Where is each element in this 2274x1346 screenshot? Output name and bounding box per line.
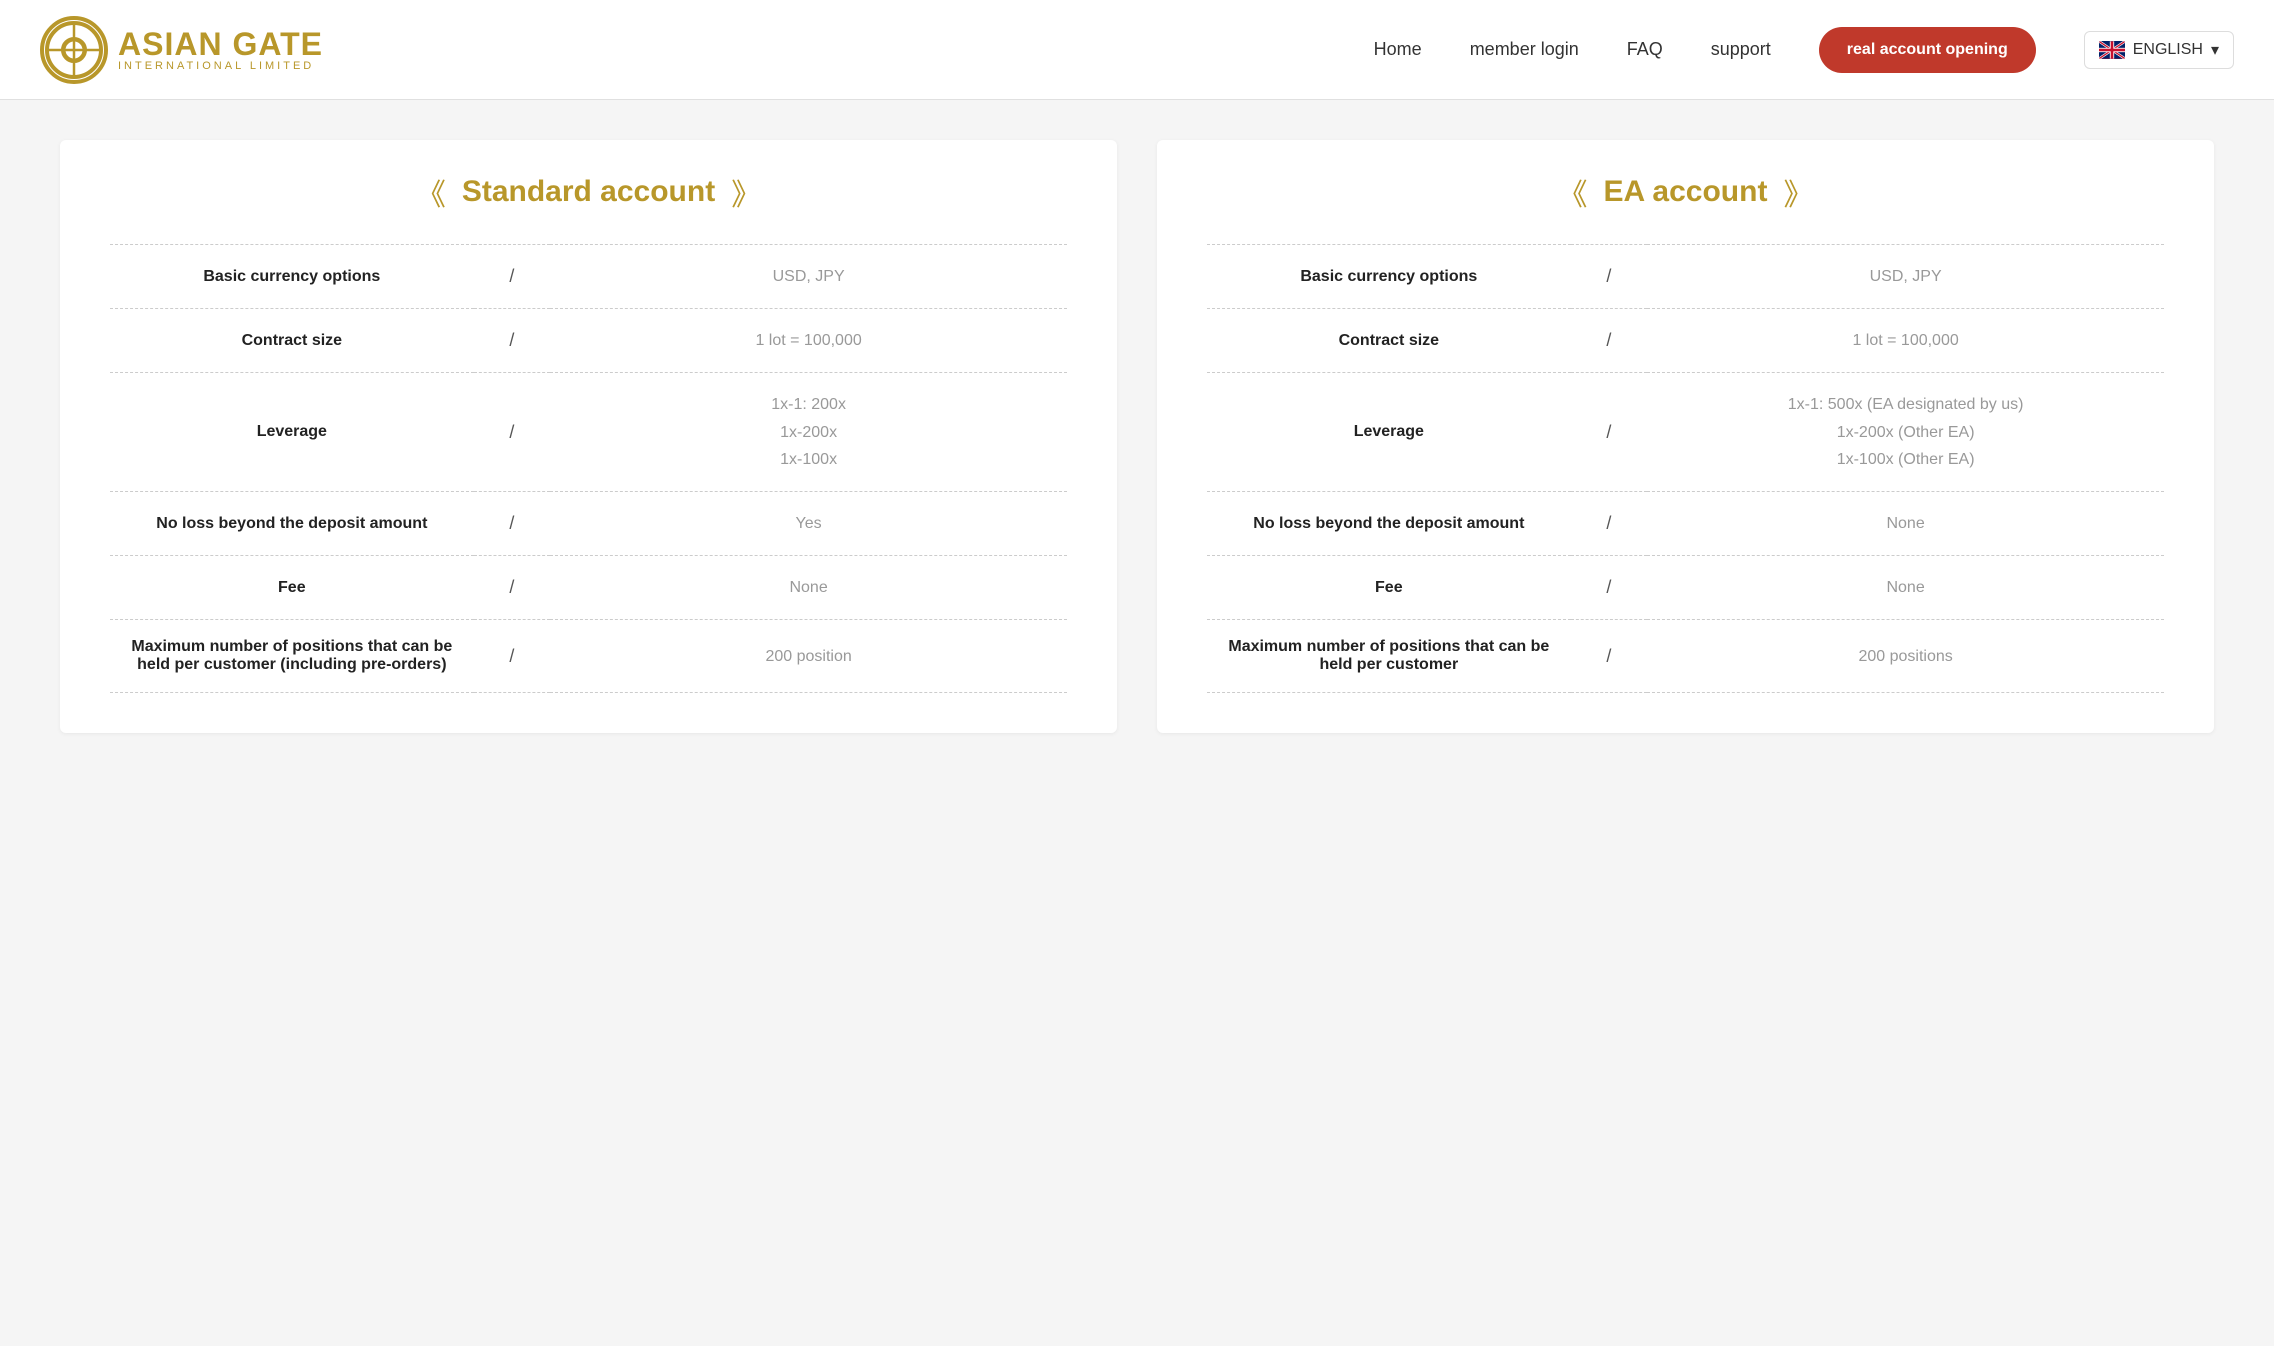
logo-sub-text: INTERNATIONAL LIMITED — [118, 60, 323, 72]
row-value: None — [1647, 556, 2164, 620]
row-separator: / — [474, 245, 551, 309]
table-row: Basic currency options/USD, JPY — [110, 245, 1067, 309]
table-row: Maximum number of positions that can be … — [110, 620, 1067, 693]
row-label: Maximum number of positions that can be … — [1207, 620, 1571, 693]
row-separator: / — [474, 620, 551, 693]
row-label: Leverage — [110, 373, 474, 492]
nav-faq[interactable]: FAQ — [1627, 39, 1663, 60]
row-value: 1x-1: 200x1x-200x1x-100x — [550, 373, 1067, 492]
row-value: 200 position — [550, 620, 1067, 693]
table-row: Fee/None — [1207, 556, 2164, 620]
nav-support[interactable]: support — [1711, 39, 1771, 60]
accounts-grid: 《 Standard account 》 Basic currency options… — [60, 140, 2214, 733]
row-label: No loss beyond the deposit amount — [110, 491, 474, 555]
language-label: ENGLISH — [2133, 41, 2203, 59]
account-title-text: Standard account — [462, 175, 715, 209]
row-separator: / — [1571, 556, 1648, 620]
row-value: 1x-1: 500x (EA designated by us)1x-200x … — [1647, 373, 2164, 492]
language-selector[interactable]: ENGLISH ▾ — [2084, 31, 2234, 69]
row-separator: / — [474, 309, 551, 373]
logo-icon — [40, 16, 108, 84]
real-account-opening-button[interactable]: real account opening — [1819, 27, 2036, 73]
title-bracket-right: 》 — [731, 170, 761, 214]
account-card-ea: 《EA account》Basic currency options/USD, … — [1157, 140, 2214, 733]
row-value: 1 lot = 100,000 — [550, 309, 1067, 373]
row-label: Fee — [1207, 556, 1571, 620]
row-separator: / — [474, 373, 551, 492]
title-bracket-right: 》 — [1783, 170, 1813, 214]
table-row: Maximum number of positions that can be … — [1207, 620, 2164, 693]
row-label: Basic currency options — [1207, 245, 1571, 309]
row-value: 200 positions — [1647, 620, 2164, 693]
row-separator: / — [1571, 620, 1648, 693]
title-bracket-left: 《 — [1558, 170, 1588, 214]
row-label: Maximum number of positions that can be … — [110, 620, 474, 693]
row-label: Fee — [110, 556, 474, 620]
row-value: 1 lot = 100,000 — [1647, 309, 2164, 373]
row-value: USD, JPY — [550, 245, 1067, 309]
main-nav: Home member login FAQ support real accou… — [1374, 27, 2234, 73]
table-row: No loss beyond the deposit amount/Yes — [110, 491, 1067, 555]
row-value: USD, JPY — [1647, 245, 2164, 309]
account-title-ea: 《 EA account 》 — [1207, 170, 2164, 214]
account-title-text: EA account — [1604, 175, 1768, 209]
account-table-ea: Basic currency options/USD, JPYContract … — [1207, 244, 2164, 693]
flag-icon — [2099, 41, 2125, 59]
row-label: No loss beyond the deposit amount — [1207, 491, 1571, 555]
row-value: Yes — [550, 491, 1067, 555]
table-row: Leverage/1x-1: 500x (EA designated by us… — [1207, 373, 2164, 492]
row-separator: / — [1571, 373, 1648, 492]
row-separator: / — [474, 556, 551, 620]
row-separator: / — [1571, 245, 1648, 309]
row-value: None — [550, 556, 1067, 620]
table-row: Leverage/1x-1: 200x1x-200x1x-100x — [110, 373, 1067, 492]
account-title-standard: 《 Standard account 》 — [110, 170, 1067, 214]
logo: ASIAN GATE INTERNATIONAL LIMITED — [40, 16, 323, 84]
chevron-down-icon: ▾ — [2211, 40, 2219, 60]
nav-member-login[interactable]: member login — [1470, 39, 1579, 60]
row-label: Contract size — [1207, 309, 1571, 373]
row-separator: / — [1571, 491, 1648, 555]
nav-home[interactable]: Home — [1374, 39, 1422, 60]
row-label: Basic currency options — [110, 245, 474, 309]
table-row: Basic currency options/USD, JPY — [1207, 245, 2164, 309]
account-card-standard: 《 Standard account 》 Basic currency options… — [60, 140, 1117, 733]
account-table-standard: Basic currency options/USD, JPYContract … — [110, 244, 1067, 693]
table-row: Contract size/1 lot = 100,000 — [110, 309, 1067, 373]
title-bracket-left: 《 — [416, 170, 446, 214]
table-row: Fee/None — [110, 556, 1067, 620]
row-value: None — [1647, 491, 2164, 555]
table-row: No loss beyond the deposit amount/None — [1207, 491, 2164, 555]
row-separator: / — [474, 491, 551, 555]
row-separator: / — [1571, 309, 1648, 373]
row-label: Contract size — [110, 309, 474, 373]
row-label: Leverage — [1207, 373, 1571, 492]
table-row: Contract size/1 lot = 100,000 — [1207, 309, 2164, 373]
logo-main-text: ASIAN GATE — [118, 28, 323, 60]
